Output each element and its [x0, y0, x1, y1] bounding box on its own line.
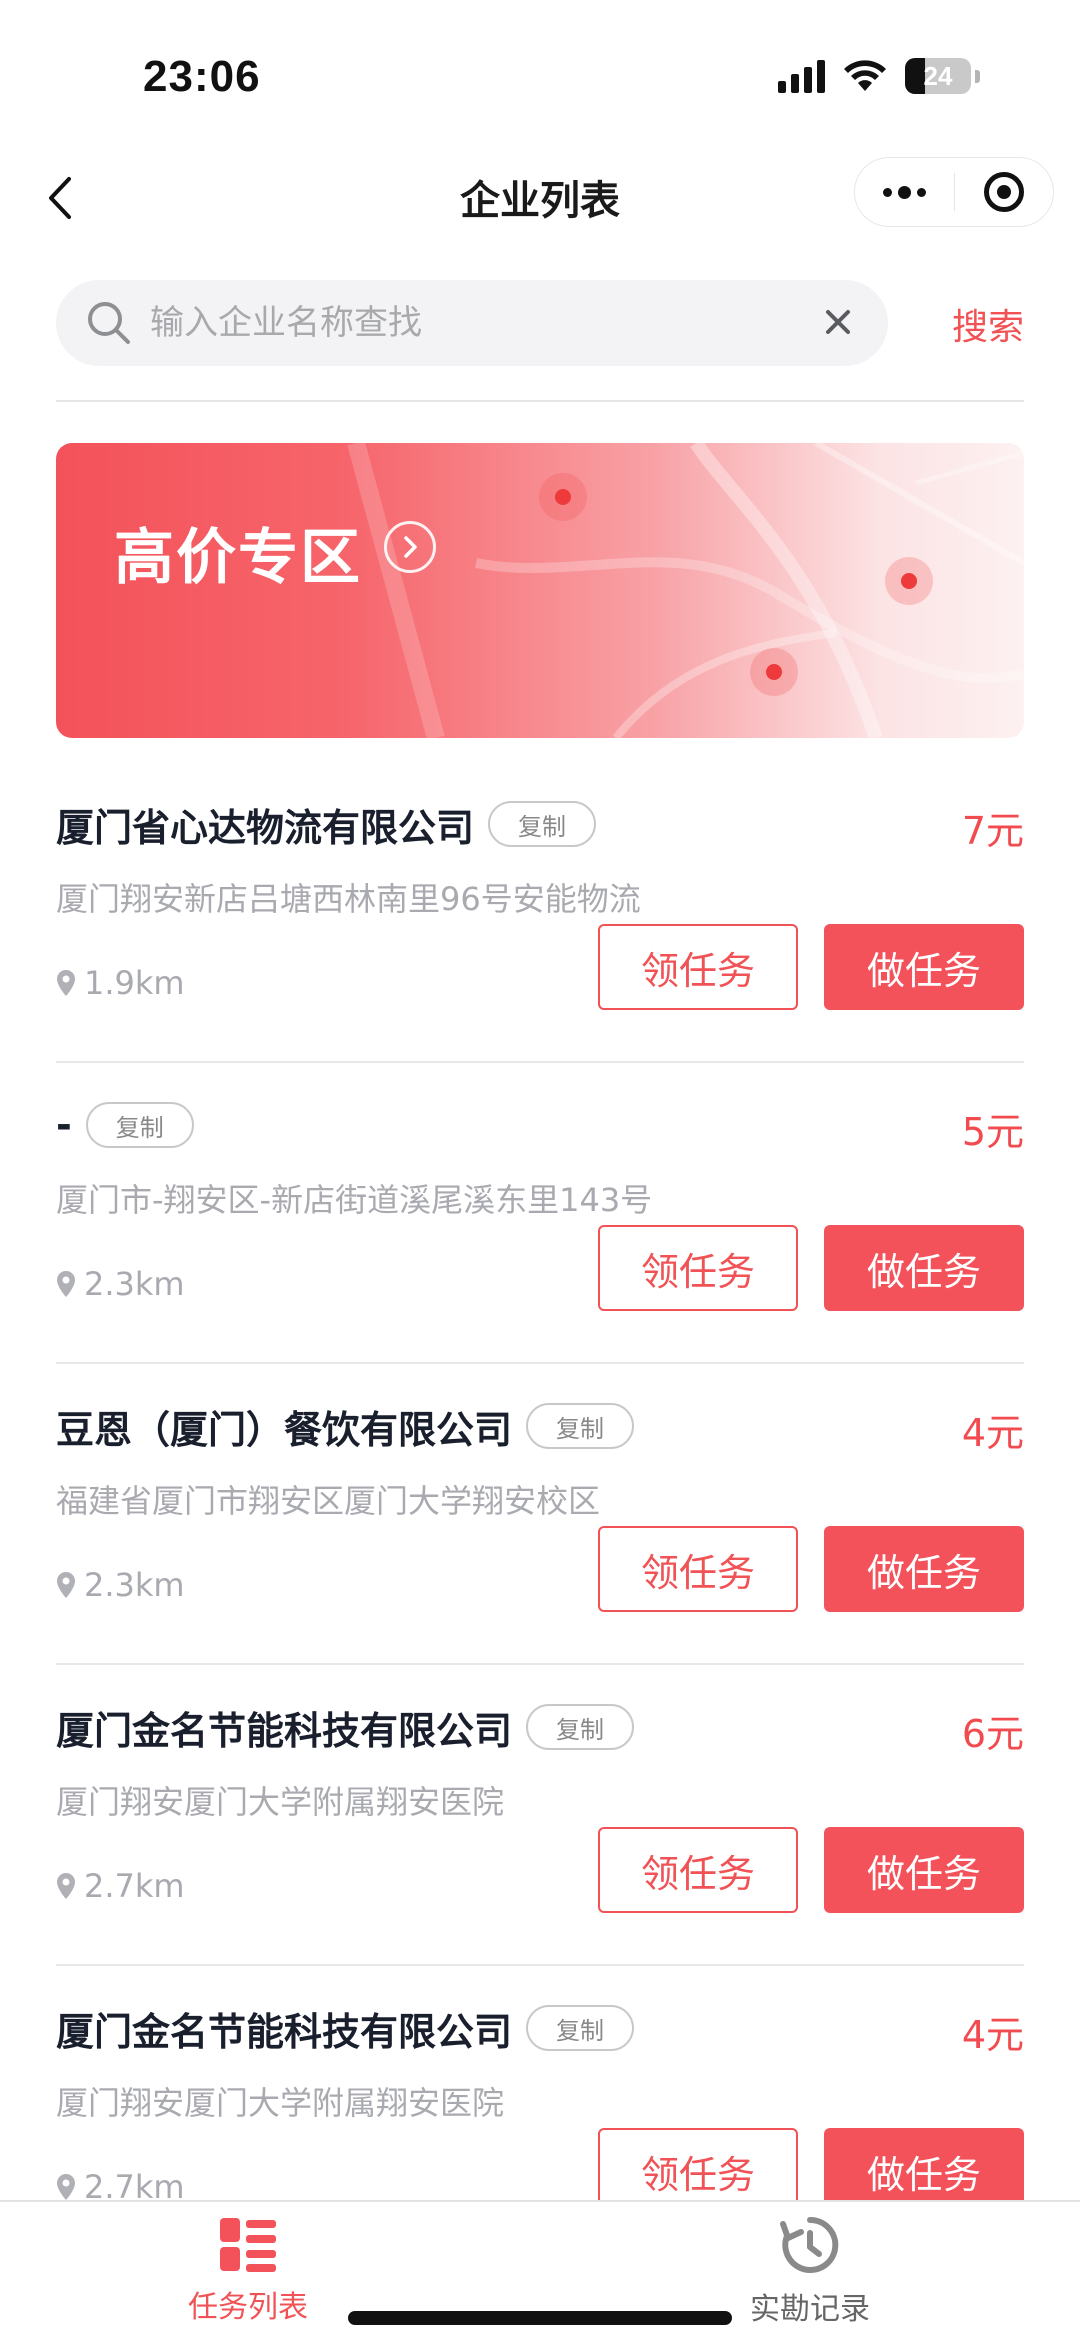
- task-price: 7元: [961, 809, 1024, 853]
- company-name: 豆恩（厦门）餐饮有限公司: [56, 1407, 513, 1452]
- company-name: -: [56, 1103, 72, 1147]
- distance-value: 2.3km: [84, 1265, 185, 1303]
- claim-task-button[interactable]: 领任务: [598, 1526, 798, 1612]
- location-pin-icon: [57, 1572, 75, 1598]
- copy-button[interactable]: 复制: [85, 1102, 194, 1148]
- distance-value: 2.3km: [84, 1566, 185, 1604]
- home-indicator: [348, 2311, 732, 2325]
- close-icon: [826, 310, 850, 334]
- company-name: 厦门省心达物流有限公司: [56, 805, 475, 850]
- distance-value: 2.7km: [84, 1867, 185, 1905]
- signal-icon: [778, 59, 825, 93]
- distance: 1.9km: [56, 964, 185, 1002]
- copy-button[interactable]: 复制: [488, 801, 597, 847]
- copy-button[interactable]: 复制: [526, 1403, 635, 1449]
- claim-task-button[interactable]: 领任务: [598, 924, 798, 1010]
- banner-title: 高价专区: [114, 523, 362, 593]
- miniprogram-capsule: [854, 157, 1054, 227]
- company-address: 福建省厦门市翔安区厦门大学翔安校区: [56, 1482, 601, 1520]
- company-name: 厦门金名节能科技有限公司: [56, 2009, 513, 2054]
- distance: 2.3km: [56, 1265, 185, 1303]
- battery-level: 24: [923, 60, 953, 91]
- do-task-button[interactable]: 做任务: [824, 1827, 1024, 1913]
- do-task-button[interactable]: 做任务: [824, 924, 1024, 1010]
- company-address: 厦门市-翔安区-新店街道溪尾溪东里143号: [56, 1181, 653, 1219]
- search-icon: [88, 302, 130, 344]
- status-icons: 24: [778, 56, 980, 96]
- close-miniprogram-button[interactable]: [955, 158, 1054, 226]
- history-icon: [780, 2216, 839, 2273]
- search-input[interactable]: [150, 303, 770, 343]
- target-icon: [983, 172, 1024, 212]
- do-task-button[interactable]: 做任务: [824, 1225, 1024, 1311]
- status-time: 23:06: [143, 52, 261, 101]
- nav-bar: 企业列表: [0, 150, 1080, 240]
- task-price: 4元: [961, 2013, 1024, 2057]
- task-price: 5元: [961, 1110, 1024, 1154]
- tab-inspection-records[interactable]: 实勘记录: [710, 2214, 910, 2328]
- company-address: 厦门翔安新店吕塘西林南里96号安能物流: [56, 880, 641, 918]
- company-address: 厦门翔安厦门大学附属翔安医院: [56, 1783, 505, 1821]
- claim-task-button[interactable]: 领任务: [598, 1827, 798, 1913]
- claim-task-button[interactable]: 领任务: [598, 1225, 798, 1311]
- company-item: 豆恩（厦门）餐饮有限公司 复制 4元 福建省厦门市翔安区厦门大学翔安校区 2.3…: [56, 1364, 1024, 1665]
- divider: [56, 400, 1024, 402]
- status-bar: 23:06 24: [0, 0, 1080, 150]
- distance-value: 1.9km: [84, 964, 185, 1002]
- wifi-icon: [844, 60, 886, 91]
- company-item: 厦门金名节能科技有限公司 复制 6元 厦门翔安厦门大学附属翔安医院 2.7km …: [56, 1665, 1024, 1966]
- do-task-button[interactable]: 做任务: [824, 1526, 1024, 1612]
- location-pin-icon: [57, 2174, 75, 2200]
- location-pin-icon: [57, 1873, 75, 1899]
- location-pin-icon: [57, 1271, 75, 1297]
- company-list: 厦门省心达物流有限公司 复制 7元 厦门翔安新店吕塘西林南里96号安能物流 1.…: [56, 762, 1024, 2267]
- search-bar: 搜索: [56, 280, 1024, 366]
- map-pin-icon: [885, 557, 933, 605]
- more-button[interactable]: [855, 158, 954, 226]
- company-item: 厦门省心达物流有限公司 复制 7元 厦门翔安新店吕塘西林南里96号安能物流 1.…: [56, 762, 1024, 1063]
- task-list-icon: [220, 2218, 276, 2272]
- location-pin-icon: [57, 970, 75, 996]
- tab-task-list[interactable]: 任务列表: [148, 2214, 348, 2326]
- company-item: - 复制 5元 厦门市-翔安区-新店街道溪尾溪东里143号 2.3km 领任务 …: [56, 1063, 1024, 1364]
- company-name: 厦门金名节能科技有限公司: [56, 1708, 513, 1753]
- search-button[interactable]: 搜索: [952, 298, 1024, 350]
- tab-label: 任务列表: [188, 2290, 308, 2325]
- task-price: 4元: [961, 1411, 1024, 1455]
- search-box: [56, 280, 888, 366]
- map-pin-icon: [750, 648, 798, 696]
- chevron-right-circle-icon: [384, 521, 436, 573]
- high-price-banner[interactable]: 高价专区: [56, 443, 1024, 738]
- map-pin-icon: [539, 473, 587, 521]
- company-address: 厦门翔安厦门大学附属翔安医院: [56, 2084, 505, 2122]
- distance: 2.3km: [56, 1566, 185, 1604]
- more-dots-icon: [882, 185, 926, 199]
- copy-button[interactable]: 复制: [526, 2005, 635, 2051]
- copy-button[interactable]: 复制: [526, 1704, 635, 1750]
- battery-icon: 24: [905, 58, 971, 94]
- clear-search-button[interactable]: [818, 302, 858, 342]
- distance: 2.7km: [56, 1867, 185, 1905]
- task-price: 6元: [961, 1712, 1024, 1756]
- tab-label: 实勘记录: [750, 2292, 870, 2327]
